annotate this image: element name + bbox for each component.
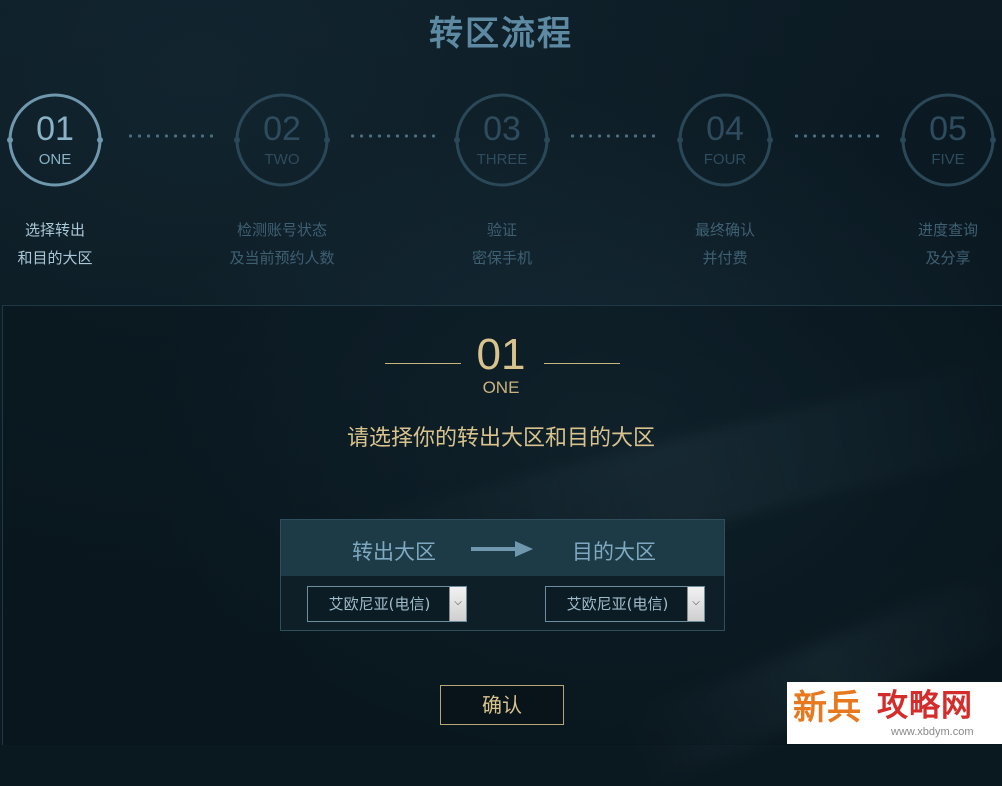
step-number: 05 (929, 110, 967, 148)
step-connector-dots (568, 134, 660, 138)
watermark-text: 攻略网 (877, 688, 973, 724)
confirm-button[interactable]: 确认 (440, 685, 564, 725)
step-label-line2: 和目的大区 (17, 249, 93, 267)
page-title: 转区流程 (429, 14, 573, 54)
step-label-line1: 检测账号状态 (236, 221, 327, 239)
step-label-line1: 最终确认 (694, 221, 755, 239)
step-label-line2: 及当前预约人数 (229, 249, 335, 267)
step-number: 04 (706, 110, 744, 148)
from-server-value: 艾欧尼亚(电信) (328, 595, 431, 613)
step-circle: 04 FOUR (677, 92, 773, 188)
step-label: 最终确认 并付费 (655, 216, 795, 272)
step-label-line1: 选择转出 (24, 221, 85, 239)
step-word: THREE (476, 151, 528, 168)
step-label-line1: 进度查询 (917, 221, 978, 239)
step-label: 选择转出 和目的大区 (0, 216, 125, 272)
watermark-logo: 新兵 攻略网 www.xbdym.com (787, 682, 1002, 744)
step-word: FIVE (931, 151, 965, 168)
step-connector-dots (348, 134, 440, 138)
to-server-value: 艾欧尼亚(电信) (566, 595, 669, 613)
to-server-label: 目的大区 (572, 540, 656, 564)
step-4: 04 FOUR 最终确认 并付费 (655, 92, 795, 272)
from-server-select[interactable]: 艾欧尼亚(电信) ⌵ (307, 586, 467, 622)
step-number: 01 (36, 110, 74, 148)
from-server-label: 转出大区 (352, 540, 436, 564)
step-circle: 03 THREE (454, 92, 550, 188)
step-circle: 01 ONE (7, 92, 103, 188)
current-step-number: 01 (476, 330, 526, 379)
step-label-line1: 验证 (486, 221, 517, 239)
heading-divider-right (544, 363, 620, 364)
to-server-select[interactable]: 艾欧尼亚(电信) ⌵ (545, 586, 705, 622)
step-label: 验证 密保手机 (432, 216, 572, 272)
step-word: FOUR (703, 151, 747, 168)
watermark-char: 新 (793, 688, 827, 728)
step-label: 进度查询 及分享 (878, 216, 1002, 272)
dropdown-toggle[interactable]: ⌵ (449, 587, 466, 621)
current-step-word: ONE (482, 378, 520, 397)
step-label-line2: 密保手机 (471, 249, 532, 267)
server-selector: 转出大区 目的大区 艾欧尼亚(电信) ⌵ 艾欧尼亚(电信) ⌵ (280, 519, 725, 631)
step-number: 02 (263, 110, 301, 148)
chevron-down-icon: ⌵ (454, 597, 462, 608)
step-1: 01 ONE 选择转出 和目的大区 (0, 92, 125, 272)
step-circle: 02 TWO (234, 92, 330, 188)
watermark-char: 兵 (827, 688, 861, 728)
step-5: 05 FIVE 进度查询 及分享 (878, 92, 1002, 272)
step-instruction: 请选择你的转出大区和目的大区 (346, 426, 655, 451)
watermark-icon: 新兵 (793, 688, 861, 728)
step-2: 02 TWO 检测账号状态 及当前预约人数 (212, 92, 352, 272)
step-connector-dots (126, 134, 218, 138)
server-selector-header: 转出大区 目的大区 (281, 520, 724, 576)
step-circle: 05 FIVE (900, 92, 996, 188)
arrow-right-icon (471, 541, 533, 557)
step-word: ONE (38, 151, 72, 168)
step-label-line2: 及分享 (925, 249, 971, 267)
step-label: 检测账号状态 及当前预约人数 (212, 216, 352, 272)
watermark-url: www.xbdym.com (891, 726, 974, 738)
step-word: TWO (264, 151, 300, 168)
dropdown-toggle[interactable]: ⌵ (687, 587, 704, 621)
step-3: 03 THREE 验证 密保手机 (432, 92, 572, 272)
step-connector-dots (792, 134, 884, 138)
step-number: 03 (483, 110, 521, 148)
chevron-down-icon: ⌵ (692, 597, 700, 608)
step-label-line2: 并付费 (702, 249, 748, 267)
